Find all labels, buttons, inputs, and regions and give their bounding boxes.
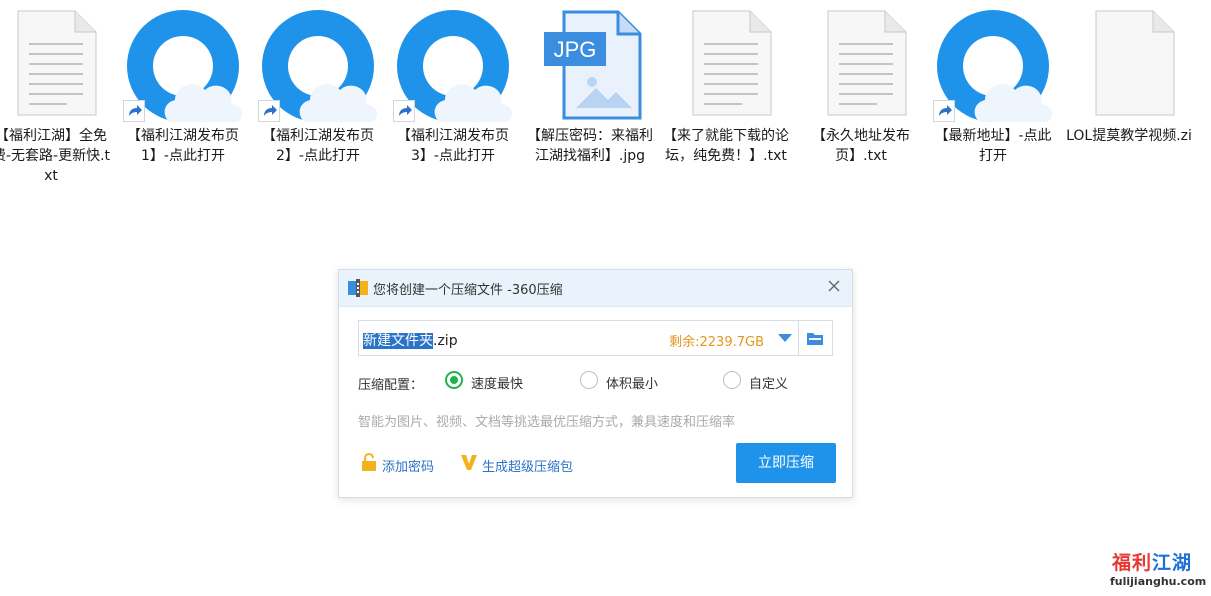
dialog-titlebar[interactable]: 您将创建一个压缩文件 -360压缩: [339, 270, 852, 307]
lock-icon: [362, 453, 376, 471]
watermark-red-text: 福利: [1112, 552, 1153, 574]
chevron-down-icon[interactable]: [778, 334, 792, 342]
folder-browse-icon[interactable]: [806, 330, 824, 346]
shortcut-arrow-icon: [393, 100, 415, 122]
blank-file-icon: [1095, 10, 1175, 116]
jpg-file-icon: JPG: [544, 10, 642, 120]
text-file-icon: [692, 10, 772, 116]
radio-checked-icon: [445, 371, 463, 389]
file-label: 【最新地址】-点此打开: [934, 128, 1052, 164]
super-package-label: 生成超级压缩包: [482, 460, 574, 475]
filename-extension: .zip: [433, 333, 458, 349]
watermark-blue-text: 江湖: [1152, 552, 1193, 574]
text-file-icon: [17, 10, 97, 116]
file-item[interactable]: 【来了就能下载的论坛，纯免费！】.txt: [661, 4, 791, 166]
file-item[interactable]: 【最新地址】-点此打开: [928, 4, 1058, 166]
dialog-title: 您将创建一个压缩文件 -360压缩: [373, 283, 563, 298]
option-label: 体积最小: [606, 377, 659, 392]
file-item[interactable]: LOL提莫教学视频.zi: [1064, 4, 1194, 146]
file-item[interactable]: 【永久地址发布页】.txt: [796, 4, 926, 166]
filename-input[interactable]: 新建文件夹.zip: [363, 330, 458, 350]
file-label: 【解压密码：来福利江湖找福利】.jpg: [527, 128, 653, 164]
divider: [798, 321, 799, 355]
file-label: 【福利江湖发布页1】-点此打开: [127, 128, 239, 164]
compress-config-label: 压缩配置：: [358, 378, 424, 393]
close-icon[interactable]: [826, 278, 842, 294]
compress-app-icon: [348, 279, 368, 297]
add-password-label: 添加密码: [382, 460, 435, 475]
shortcut-arrow-icon: [258, 100, 280, 122]
v-badge-icon: [461, 455, 477, 470]
compress-hint: 智能为图片、视频、文档等挑选最优压缩方式，兼具速度和压缩率: [358, 415, 736, 430]
watermark-logo: 福利江湖 fulijianghu.com: [1108, 548, 1208, 592]
compress-now-button[interactable]: 立即压缩: [736, 443, 836, 483]
compress-dialog: 您将创建一个压缩文件 -360压缩 新建文件夹.zip 剩余:2239.7GB …: [338, 269, 853, 498]
jpg-badge: JPG: [554, 37, 597, 62]
file-label: 【福利江湖】全免费-无套路-更新快.txt: [0, 128, 111, 184]
option-label: 速度最快: [471, 377, 524, 392]
file-label: LOL提莫教学视频.zi: [1066, 128, 1192, 144]
file-label: 【福利江湖发布页3】-点此打开: [397, 128, 509, 164]
file-item[interactable]: 【福利江湖】全免费-无套路-更新快.txt: [0, 4, 116, 186]
watermark-title: 福利江湖: [1112, 548, 1192, 575]
file-item[interactable]: 【福利江湖发布页1】-点此打开: [118, 4, 248, 166]
desktop-file-area: 【福利江湖】全免费-无套路-更新快.txt 【福利江湖发布页1】-点此打开 【福…: [0, 0, 1211, 200]
filename-selected-text: 新建文件夹: [363, 333, 433, 349]
option-label: 自定义: [749, 377, 789, 392]
file-label: 【来了就能下载的论坛，纯免费！】.txt: [663, 128, 789, 164]
shortcut-arrow-icon: [123, 100, 145, 122]
watermark-domain: fulijianghu.com: [1110, 575, 1207, 588]
file-item[interactable]: JPG 【解压密码：来福利江湖找福利】.jpg: [525, 4, 655, 166]
file-label: 【永久地址发布页】.txt: [812, 128, 910, 164]
radio-unchecked-icon: [580, 371, 598, 389]
filename-field[interactable]: 新建文件夹.zip 剩余:2239.7GB: [358, 320, 833, 356]
shortcut-arrow-icon: [933, 100, 955, 122]
file-label: 【福利江湖发布页2】-点此打开: [262, 128, 374, 164]
text-file-icon: [827, 10, 907, 116]
file-item[interactable]: 【福利江湖发布页2】-点此打开: [253, 4, 383, 166]
file-item[interactable]: 【福利江湖发布页3】-点此打开: [388, 4, 518, 166]
radio-unchecked-icon: [723, 371, 741, 389]
free-space-label: 剩余:2239.7GB: [669, 335, 764, 350]
